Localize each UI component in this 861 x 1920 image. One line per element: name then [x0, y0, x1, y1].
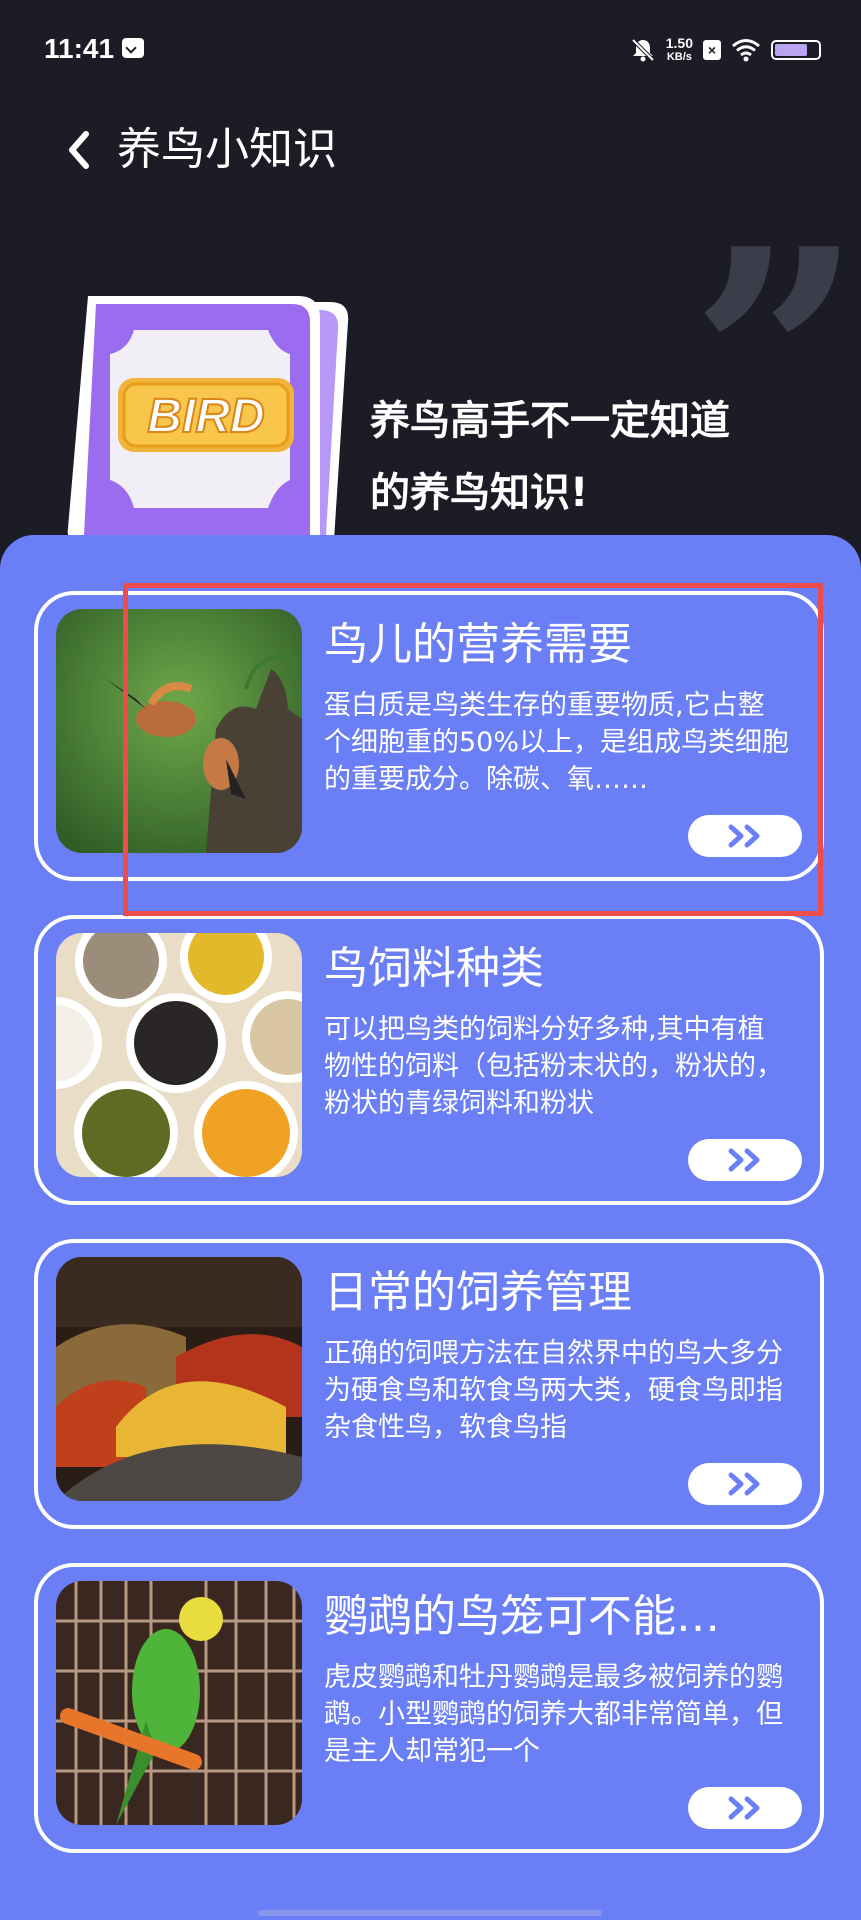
network-speed-unit: KB/s — [666, 51, 692, 63]
article-title: 鸟饲料种类 — [324, 943, 544, 994]
budgie-cage-photo — [56, 1581, 302, 1825]
banner-headline: 养鸟高手不一定知道 的养鸟知识! — [370, 385, 790, 529]
battery-icon — [771, 40, 821, 60]
home-indicator[interactable] — [258, 1910, 602, 1916]
spice-piles-photo — [56, 1257, 302, 1501]
banner-headline-line2: 的养鸟知识! — [370, 470, 589, 516]
chevron-left-icon — [69, 131, 89, 169]
book-label: BIRD — [147, 390, 264, 443]
double-chevron-right-icon — [728, 1148, 760, 1172]
article-card[interactable]: 日常的饲养管理 正确的饲喂方法在自然界中的鸟大多分为硬食鸟和软食鸟两大类，硬食鸟… — [34, 1239, 824, 1529]
article-card[interactable]: 鹦鹉的鸟笼可不能… 虎皮鹦鹉和牡丹鹦鹉是最多被饲养的鹦鹉。小型鹦鹉的饲养大都非常… — [34, 1563, 824, 1853]
highlight-box — [123, 583, 823, 916]
article-card[interactable]: 鸟饲料种类 可以把鸟类的饲料分好多种,其中有植物性的饲料（包括粉末状的，粉状的，… — [34, 915, 824, 1205]
double-chevron-right-icon — [728, 1796, 760, 1820]
bird-book-illustration: BIRD — [58, 290, 358, 550]
back-button[interactable] — [58, 122, 102, 178]
read-more-button[interactable] — [688, 1787, 802, 1829]
network-speed: 1.50 KB/s — [666, 36, 693, 64]
no-sim-icon: × — [703, 40, 721, 60]
article-description: 可以把鸟类的饲料分好多种,其中有植物性的饲料（包括粉末状的，粉状的，粉状的青绿饲… — [324, 1014, 783, 1119]
status-bar: 11:41 1.50 KB/s × — [0, 0, 861, 100]
banner-headline-line1: 养鸟高手不一定知道 — [370, 398, 730, 444]
status-time: 11:41 — [44, 33, 115, 64]
mute-bell-icon — [631, 38, 655, 62]
article-description: 正确的饲喂方法在自然界中的鸟大多分为硬食鸟和软食鸟两大类，硬食鸟即指杂食性鸟，软… — [324, 1338, 783, 1443]
read-more-button[interactable] — [688, 1139, 802, 1181]
double-chevron-right-icon — [728, 1472, 760, 1496]
article-description: 虎皮鹦鹉和牡丹鹦鹉是最多被饲养的鹦鹉。小型鹦鹉的饲养大都非常简单，但是主人却常犯… — [324, 1662, 783, 1767]
read-more-button[interactable] — [688, 1463, 802, 1505]
article-title: 鹦鹉的鸟笼可不能… — [324, 1591, 720, 1642]
status-icons: 1.50 KB/s × — [630, 30, 821, 70]
wifi-icon — [732, 39, 760, 62]
network-speed-value: 1.50 — [665, 35, 693, 51]
page-title: 养鸟小知识 — [117, 124, 337, 175]
grain-bowls-photo — [56, 933, 302, 1177]
message-icon — [122, 38, 144, 58]
article-title: 日常的饲养管理 — [324, 1267, 632, 1318]
